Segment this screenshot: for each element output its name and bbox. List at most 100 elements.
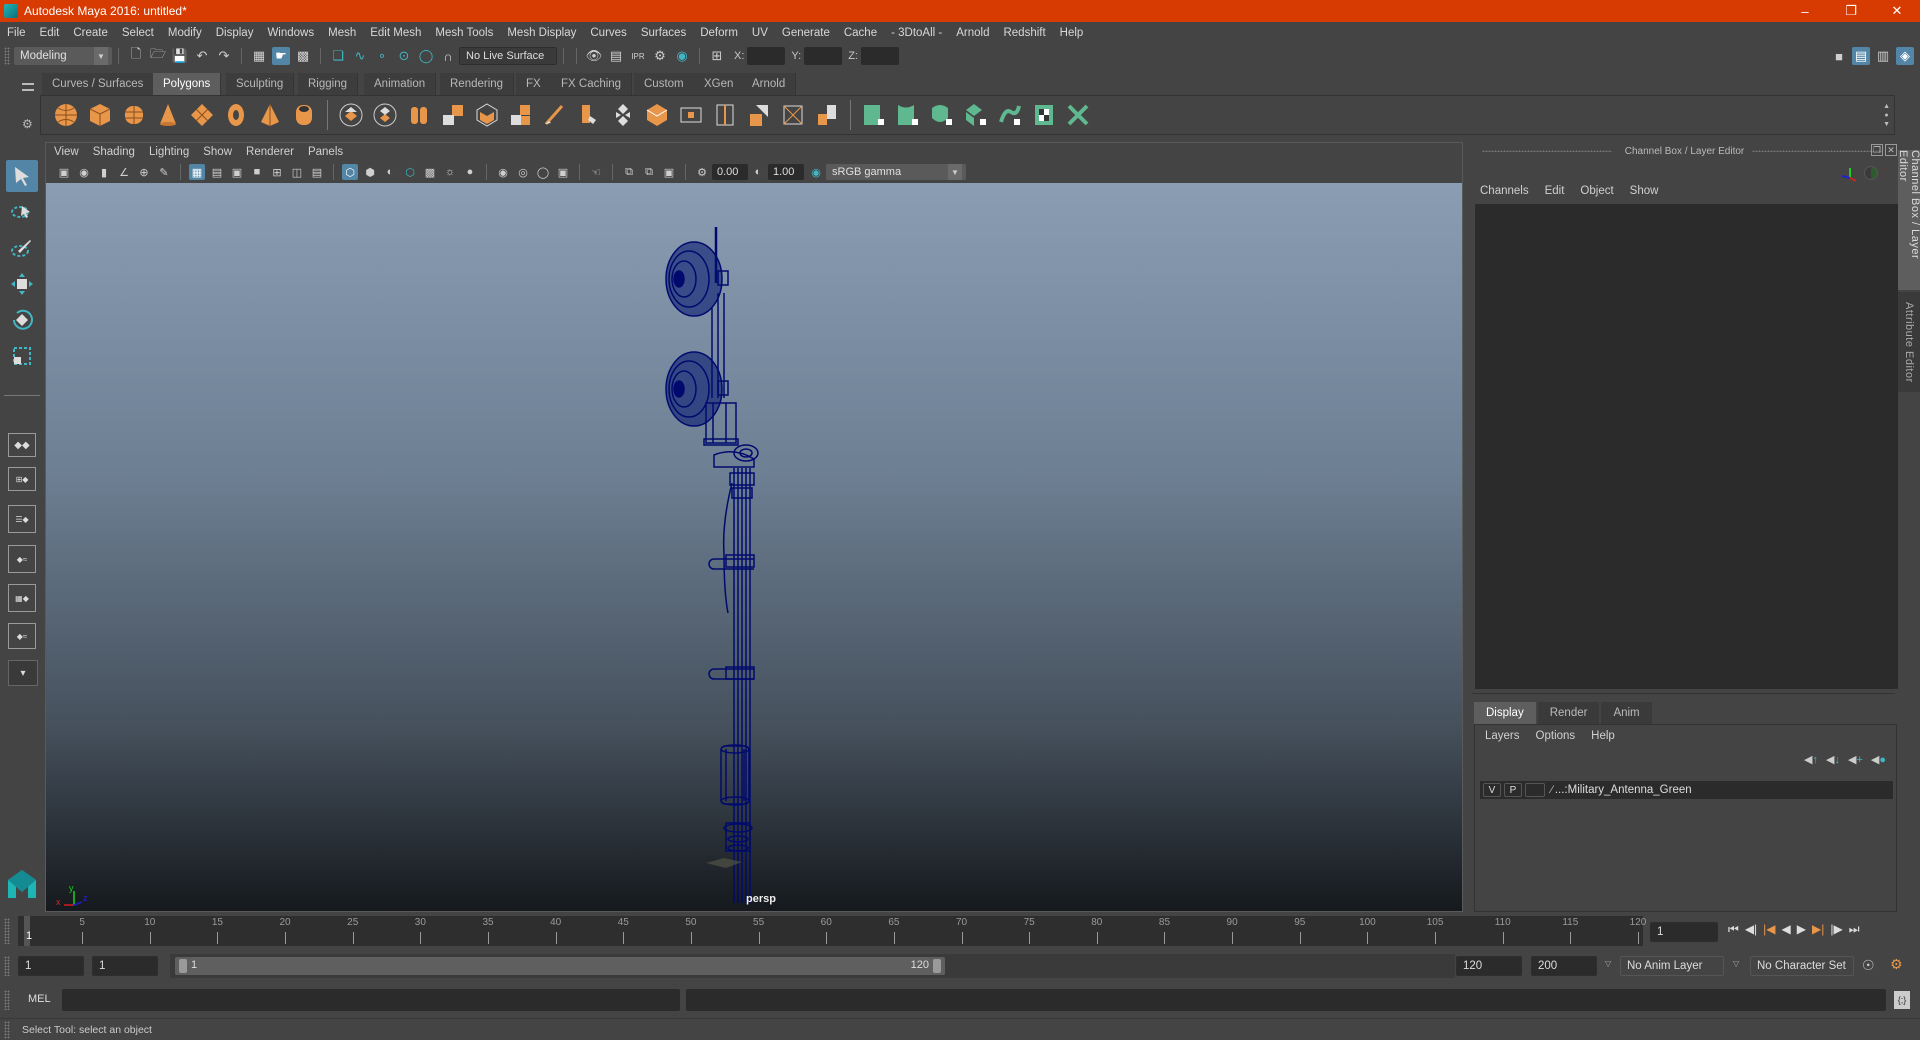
- ambient-occlusion-icon[interactable]: ◉: [495, 164, 511, 180]
- combine-icon[interactable]: [337, 101, 365, 129]
- status-line-grip[interactable]: [4, 47, 10, 65]
- wireframe-on-shaded-icon[interactable]: ⬡: [402, 164, 418, 180]
- use-lights-icon[interactable]: ☼: [442, 164, 458, 180]
- range-grip[interactable]: [4, 956, 10, 976]
- snap-view-plane-icon[interactable]: ⊙: [395, 47, 413, 65]
- poly-cone-icon[interactable]: [154, 101, 182, 129]
- persp-outliner-graph-layout-button[interactable]: ◆≈: [8, 623, 36, 649]
- playback-end-field[interactable]: 120: [1456, 956, 1522, 976]
- move-layer-down-icon[interactable]: ◀↓: [1826, 753, 1840, 766]
- menu-cache[interactable]: Cache: [837, 27, 884, 39]
- menu-edit[interactable]: Edit: [33, 27, 67, 39]
- persp-graph-layout-button[interactable]: ◆≈: [8, 545, 36, 573]
- range-slider-bar[interactable]: 1 120: [175, 957, 945, 975]
- menu-modify[interactable]: Modify: [161, 27, 209, 39]
- viewport-menu-panels[interactable]: Panels: [300, 146, 349, 158]
- menu-generate[interactable]: Generate: [775, 27, 837, 39]
- resolution-gate-icon[interactable]: ▣: [229, 164, 245, 180]
- motion-blur-icon[interactable]: ◎: [515, 164, 531, 180]
- range-end-handle[interactable]: [933, 959, 941, 973]
- animation-start-field[interactable]: 1: [18, 956, 84, 976]
- select-camera-icon[interactable]: ▣: [56, 164, 72, 180]
- tool-settings-toggle-icon[interactable]: ▥: [1874, 47, 1892, 65]
- menu-edit-mesh[interactable]: Edit Mesh: [363, 27, 428, 39]
- antenna-model-wireframe[interactable]: [46, 183, 1462, 911]
- poly-pipe-icon[interactable]: [290, 101, 318, 129]
- minimize-button[interactable]: –: [1782, 0, 1828, 22]
- smooth-icon[interactable]: [405, 101, 433, 129]
- gamma-field[interactable]: 1.00: [768, 164, 804, 180]
- menuset-dropdown[interactable]: Modeling ▼: [14, 47, 112, 65]
- go-to-start-icon[interactable]: ⏮: [1728, 922, 1739, 937]
- layer-color-swatch[interactable]: ∕: [1551, 784, 1553, 796]
- uv-cylindrical-icon[interactable]: [894, 101, 922, 129]
- select-component-icon[interactable]: ▩: [294, 47, 312, 65]
- menu-display[interactable]: Display: [209, 27, 261, 39]
- menu-mesh-display[interactable]: Mesh Display: [500, 27, 583, 39]
- xray-icon[interactable]: ⧉: [621, 164, 637, 180]
- script-editor-icon[interactable]: {;}: [1894, 991, 1910, 1009]
- command-language-label[interactable]: MEL: [28, 993, 51, 1005]
- layer-visibility-toggle[interactable]: V: [1483, 783, 1501, 797]
- shelf-tab-sculpting[interactable]: Sculpting: [226, 73, 295, 95]
- shelf-settings-gear-icon[interactable]: ⚙: [22, 117, 33, 131]
- safe-title-icon[interactable]: ▤: [309, 164, 325, 180]
- shelf-tab-rigging[interactable]: Rigging: [298, 73, 358, 95]
- depth-of-field-icon[interactable]: ▣: [555, 164, 571, 180]
- color-space-dropdown[interactable]: sRGB gamma ▼: [826, 164, 966, 180]
- uv-planar-icon[interactable]: [860, 101, 888, 129]
- textured-icon[interactable]: ▩: [422, 164, 438, 180]
- layout-options-button[interactable]: ▾: [8, 660, 38, 686]
- character-set-chevron-icon[interactable]: ▽: [1733, 959, 1739, 968]
- command-input[interactable]: [62, 989, 680, 1011]
- paint-select-tool-button[interactable]: [6, 232, 38, 264]
- layer-name[interactable]: ...:Military_Antenna_Green: [1555, 784, 1692, 796]
- channel-box-menu-channels[interactable]: Channels: [1480, 185, 1529, 197]
- channel-box-menu-edit[interactable]: Edit: [1545, 185, 1565, 197]
- gamma-icon[interactable]: ◐: [750, 164, 766, 180]
- snap-curve-icon[interactable]: ∿: [351, 47, 369, 65]
- menu-arnold[interactable]: Arnold: [949, 27, 996, 39]
- anim-layer-dropdown[interactable]: No Anim Layer: [1620, 956, 1724, 976]
- layer-row[interactable]: V P ∕ ...:Military_Antenna_Green: [1480, 781, 1893, 799]
- average-vertices-icon[interactable]: [507, 101, 535, 129]
- manipulator-axis-icon[interactable]: [1840, 166, 1860, 182]
- viewport-menu-view[interactable]: View: [46, 146, 85, 158]
- shelf-tab-arnold[interactable]: Arnold: [742, 73, 797, 95]
- shelf-tab-curves-surfaces[interactable]: Curves / Surfaces: [42, 73, 155, 95]
- field-chart-icon[interactable]: ⊞: [269, 164, 285, 180]
- scroll-down-icon[interactable]: ▼: [1883, 120, 1890, 129]
- redo-icon[interactable]: ↷: [215, 47, 233, 65]
- menu-curves[interactable]: Curves: [583, 27, 633, 39]
- uv-spherical-icon[interactable]: [928, 101, 956, 129]
- bookmark-icon[interactable]: ▮: [96, 164, 112, 180]
- uv-checker-icon[interactable]: [1030, 101, 1058, 129]
- exposure-field[interactable]: 0.00: [712, 164, 748, 180]
- auto-key-icon[interactable]: ☉: [1862, 957, 1875, 974]
- camera-attributes-icon[interactable]: ◉: [76, 164, 92, 180]
- channel-box-menu-show[interactable]: Show: [1630, 185, 1659, 197]
- scroll-up-icon[interactable]: ▲: [1883, 102, 1890, 111]
- menu-create[interactable]: Create: [66, 27, 115, 39]
- character-set-dropdown[interactable]: No Character Set: [1750, 956, 1854, 976]
- multi-cut-icon[interactable]: [575, 101, 603, 129]
- channel-box-slash-icon[interactable]: ∕: [1882, 164, 1884, 180]
- shadows-icon[interactable]: ●: [462, 164, 478, 180]
- step-back-key-icon[interactable]: |◀: [1763, 922, 1775, 937]
- uv-unfold-icon[interactable]: [996, 101, 1024, 129]
- menu-3dtoall[interactable]: - 3DtoAll -: [884, 27, 949, 39]
- restore-button[interactable]: ❐: [1828, 0, 1874, 22]
- x-field[interactable]: [747, 47, 786, 65]
- snap-point-icon[interactable]: ∘: [373, 47, 391, 65]
- anti-aliasing-icon[interactable]: ◯: [535, 164, 551, 180]
- menu-mesh[interactable]: Mesh: [321, 27, 363, 39]
- outliner-persp-layout-button[interactable]: ☰◆: [8, 505, 36, 533]
- insert-edge-loop-icon[interactable]: [711, 101, 739, 129]
- render-view-icon[interactable]: 👁: [585, 47, 603, 65]
- layer-menu-options[interactable]: Options: [1536, 730, 1576, 742]
- attribute-editor-toggle-icon[interactable]: ▤: [1852, 47, 1870, 65]
- play-forwards-icon[interactable]: ▶: [1797, 922, 1806, 937]
- shelf-tab-rendering[interactable]: Rendering: [440, 73, 515, 95]
- move-tool-button[interactable]: [6, 268, 38, 300]
- color-management-toggle-icon[interactable]: ◉: [808, 164, 824, 180]
